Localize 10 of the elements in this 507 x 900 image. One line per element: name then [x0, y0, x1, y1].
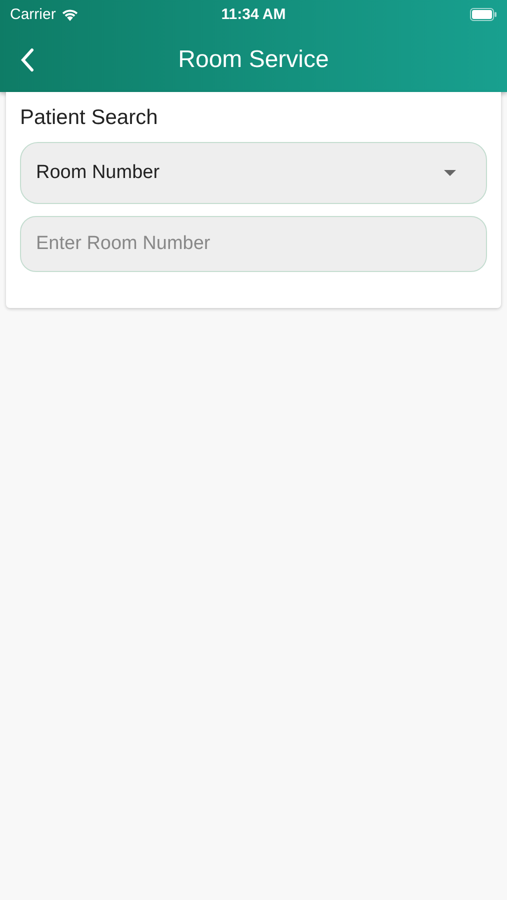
back-icon — [20, 48, 34, 72]
battery-icon — [470, 8, 497, 20]
search-type-dropdown[interactable]: Room Number — [20, 142, 487, 204]
section-title: Patient Search — [20, 106, 159, 130]
screen-title: Room Service — [178, 46, 329, 74]
carrier-label: Carrier — [10, 6, 56, 22]
caret-icon — [444, 170, 456, 176]
wifi-icon — [60, 8, 79, 20]
clock-time: 11:34 AM — [221, 6, 286, 22]
room-number-field[interactable]: Enter Room Number — [20, 216, 487, 272]
